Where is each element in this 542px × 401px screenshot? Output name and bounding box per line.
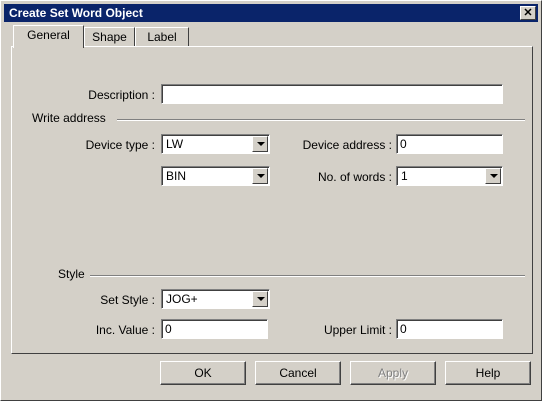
no-of-words-value: 1: [401, 169, 408, 183]
no-of-words-label: No. of words :: [317, 170, 392, 184]
style-group-label: Style: [58, 267, 85, 281]
apply-button[interactable]: Apply: [350, 361, 436, 385]
chevron-down-icon[interactable]: [252, 168, 268, 184]
description-label: Description :: [88, 88, 155, 102]
device-type-label: Device type :: [85, 138, 155, 152]
title-bar[interactable]: Create Set Word Object ✕: [4, 4, 538, 22]
style-divider: [90, 275, 525, 277]
upper-limit-field[interactable]: 0: [396, 319, 503, 339]
set-style-value: JOG+: [166, 292, 198, 306]
help-button[interactable]: Help: [445, 361, 531, 385]
description-field[interactable]: [161, 84, 503, 104]
format-select[interactable]: BIN: [161, 166, 270, 186]
apply-label: Apply: [377, 366, 409, 380]
tab-general[interactable]: General: [13, 25, 84, 48]
window-title: Create Set Word Object: [9, 6, 143, 20]
inc-value-field[interactable]: 0: [161, 319, 268, 339]
format-value: BIN: [166, 169, 187, 183]
device-address-field[interactable]: 0: [396, 134, 503, 154]
cancel-button[interactable]: Cancel: [255, 361, 341, 385]
set-style-select[interactable]: JOG+: [161, 289, 270, 309]
chevron-down-icon[interactable]: [485, 168, 501, 184]
no-of-words-select[interactable]: 1: [396, 166, 503, 186]
upper-limit-label: Upper Limit :: [323, 323, 392, 337]
set-style-label: Set Style :: [100, 293, 155, 307]
write-address-group-label: Write address: [32, 111, 106, 125]
device-address-label: Device address :: [302, 138, 392, 152]
chevron-down-icon[interactable]: [252, 136, 268, 152]
chevron-down-icon[interactable]: [252, 291, 268, 307]
write-address-divider: [117, 119, 525, 121]
close-icon[interactable]: ✕: [520, 6, 536, 20]
device-type-value: LW: [166, 137, 184, 151]
ok-button[interactable]: OK: [160, 361, 246, 385]
tab-label[interactable]: Label: [135, 27, 189, 47]
device-type-select[interactable]: LW: [161, 134, 270, 154]
inc-value-label: Inc. Value :: [95, 323, 155, 337]
tab-shape[interactable]: Shape: [84, 27, 135, 47]
